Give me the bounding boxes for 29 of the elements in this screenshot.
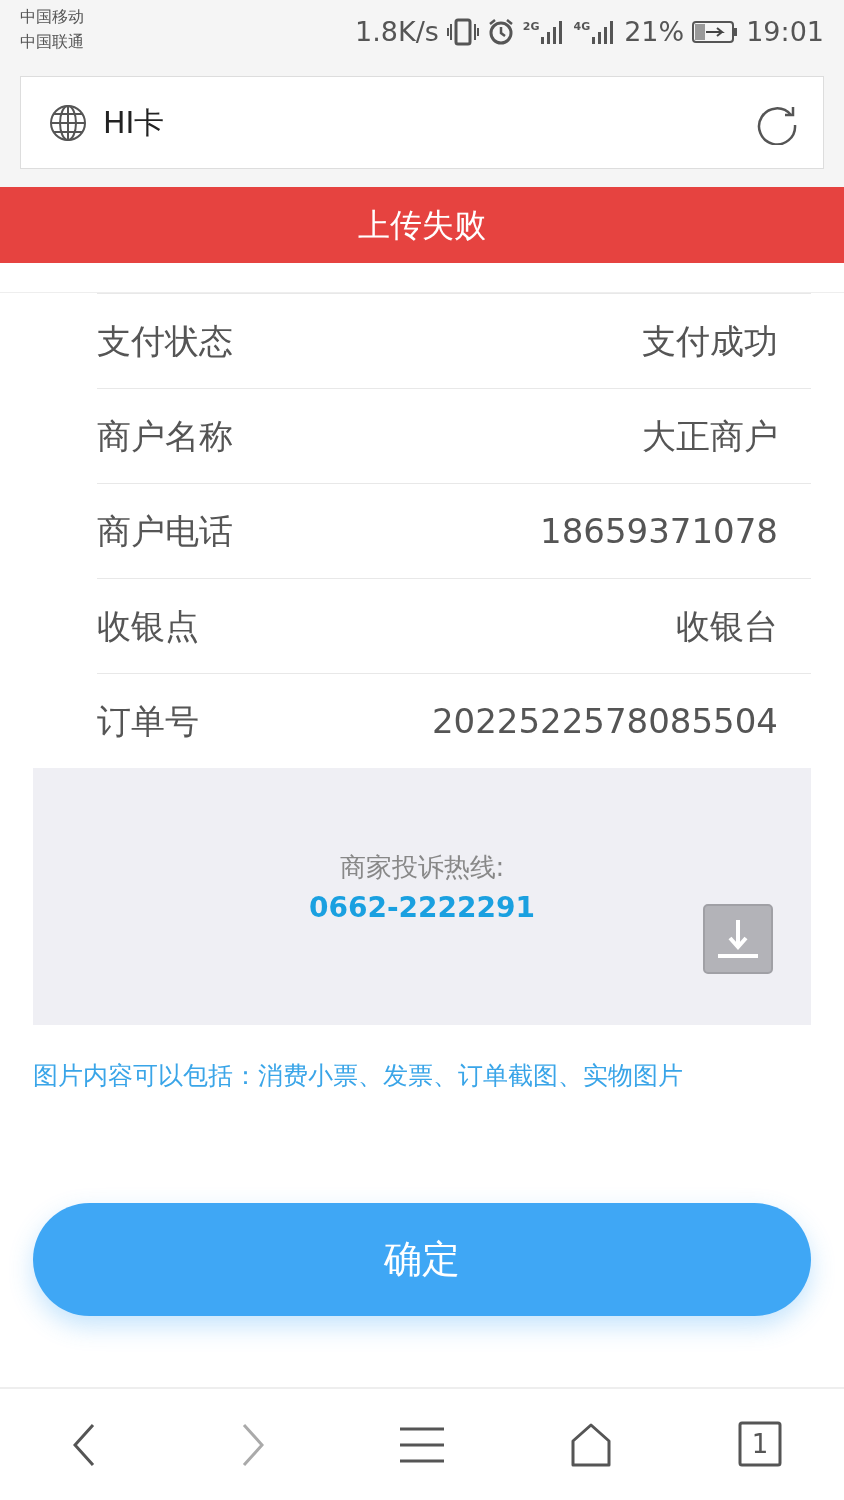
battery-percent: 21%	[624, 15, 685, 49]
network-speed: 1.8K/s	[355, 15, 439, 49]
globe-icon	[49, 103, 87, 142]
network-type: 4G	[573, 19, 591, 36]
hotline-phone: 0662-2222291	[309, 890, 535, 926]
clock-time: 19:01	[746, 15, 824, 49]
tab-count: 1	[751, 1428, 769, 1461]
vibrate-icon	[446, 18, 479, 47]
detail-label: 订单号	[97, 699, 199, 743]
download-button[interactable]	[703, 904, 773, 974]
detail-value: 收银台	[676, 604, 778, 648]
detail-value: 支付成功	[642, 319, 778, 363]
battery-charging-icon	[692, 20, 739, 45]
detail-label: 支付状态	[97, 319, 233, 363]
detail-value: 18659371078	[540, 509, 778, 553]
detail-label: 商户名称	[97, 414, 233, 458]
hotline-label: 商家投诉热线:	[339, 851, 505, 884]
hint-text: 图片内容可以包括：消费小票、发票、订单截图、实物图片	[32, 1060, 684, 1092]
detail-value: 2022522578085504	[431, 699, 778, 743]
detail-label: 商户电话	[97, 509, 233, 553]
tabs-button[interactable]: 1	[676, 1388, 844, 1500]
carrier-name: 中国移动	[20, 6, 84, 28]
page-title: HI卡	[103, 104, 165, 142]
detail-label: 收银点	[97, 604, 199, 648]
network-type: 2G	[522, 19, 540, 36]
error-banner: 上传失败	[0, 187, 844, 263]
carrier-name: 中国联通	[20, 31, 84, 53]
detail-value: 大正商户	[642, 414, 778, 458]
download-icon	[703, 904, 773, 974]
